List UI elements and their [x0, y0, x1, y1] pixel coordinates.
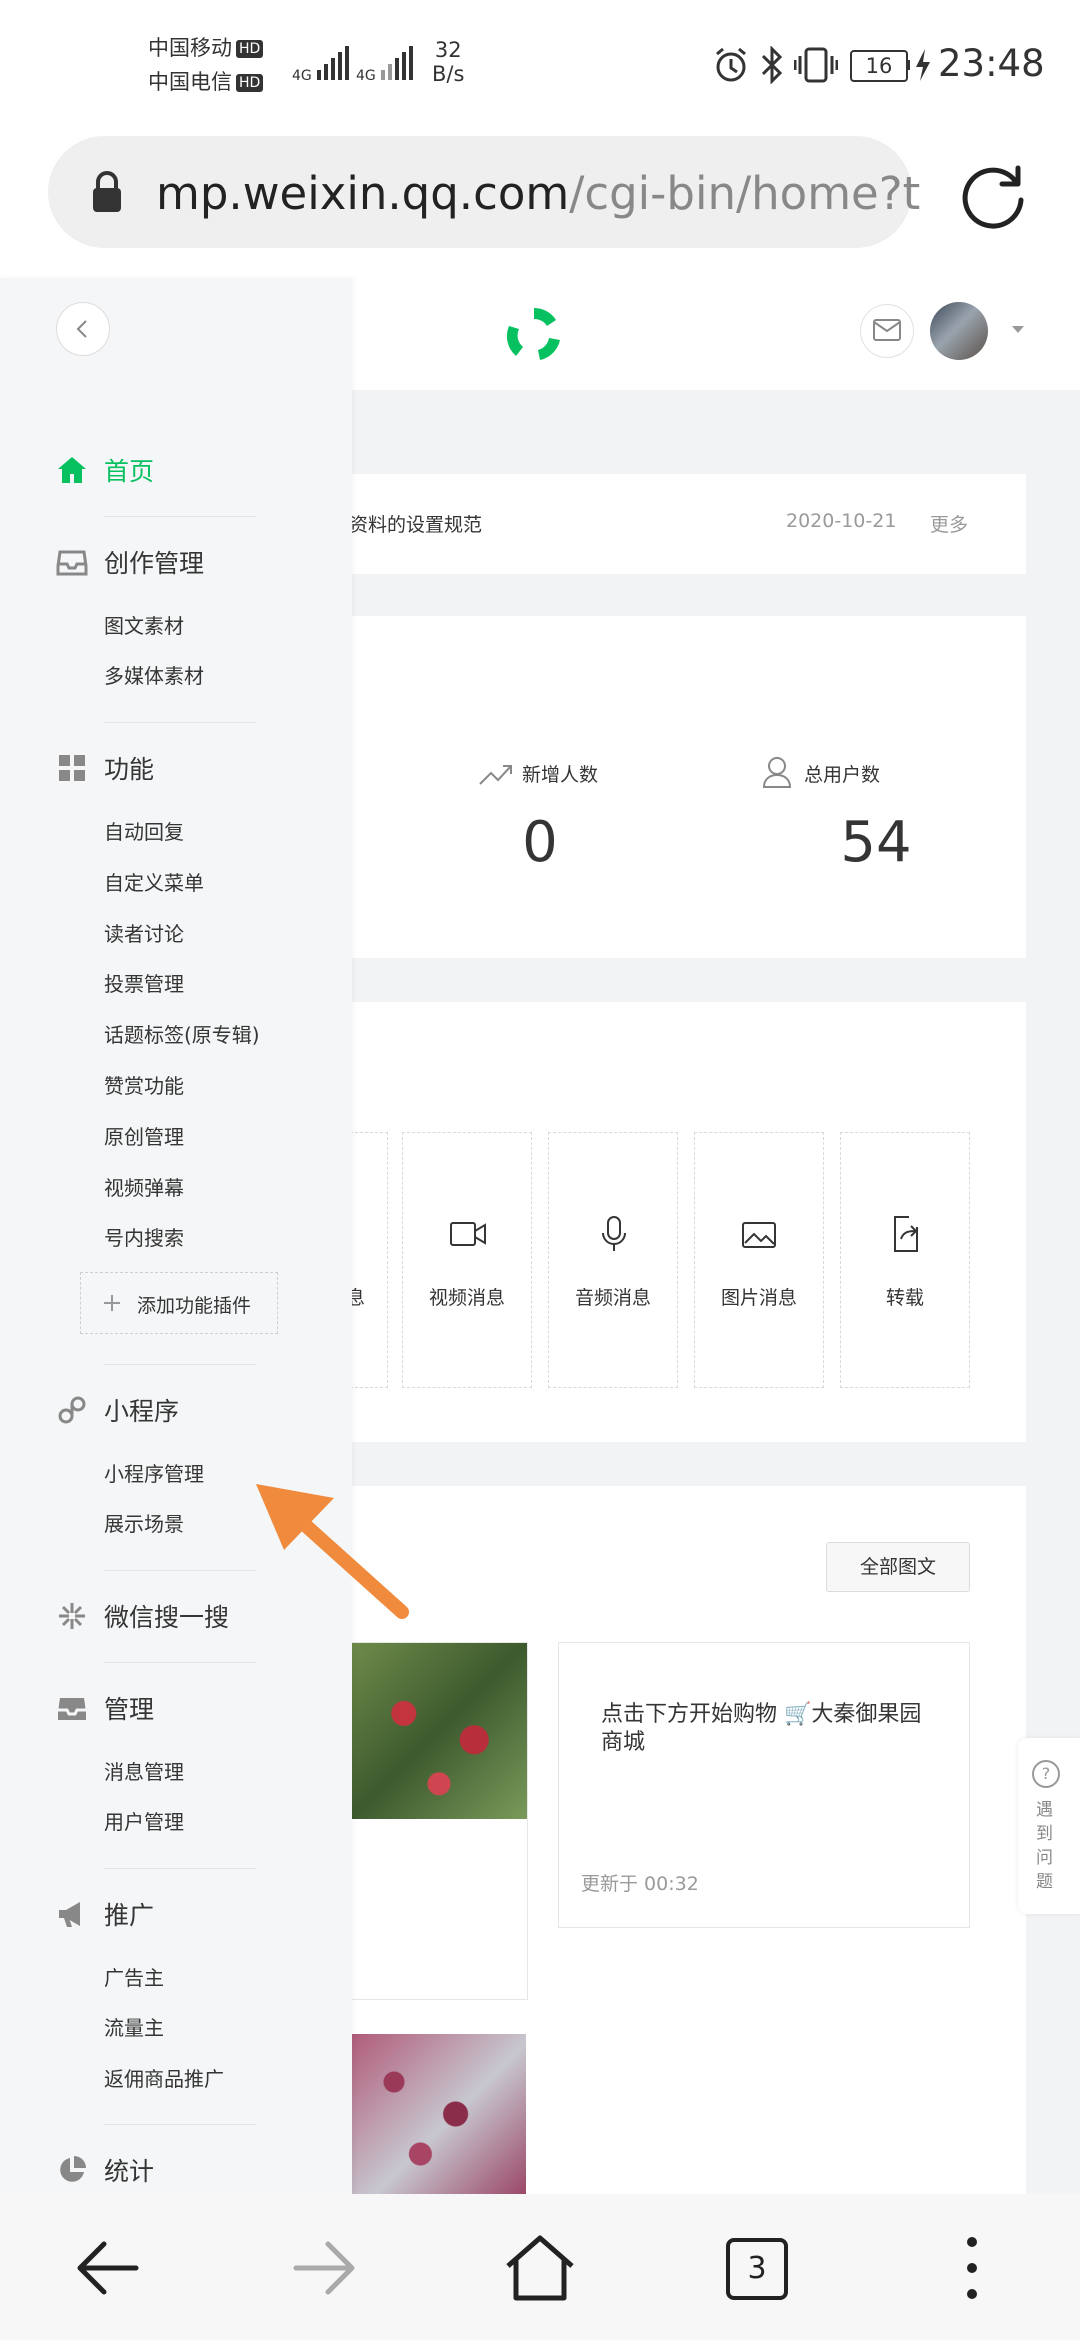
- signal-1: 4G: [292, 46, 352, 84]
- notice-card: 号资料的设置规范 2020-10-21 更多: [320, 474, 1026, 574]
- notice-text[interactable]: 号资料的设置规范: [330, 510, 482, 537]
- stat-value-new: 0: [522, 810, 558, 875]
- carrier-2: 中国电信 HD: [148, 66, 264, 98]
- logo: [506, 307, 560, 360]
- sidebar-item-advertiser[interactable]: 广告主: [104, 1962, 164, 1991]
- grid-icon: [59, 755, 85, 781]
- mail-button[interactable]: [860, 304, 914, 358]
- avatar[interactable]: [930, 302, 988, 360]
- chevron-down-icon[interactable]: [1012, 326, 1024, 333]
- create-video-message[interactable]: 视频消息: [402, 1132, 532, 1388]
- image-icon: [742, 1222, 776, 1248]
- article-card-1[interactable]: [350, 1642, 528, 2000]
- share-icon: [894, 1216, 918, 1252]
- search-sparkle-icon: [59, 1603, 85, 1629]
- browser-toolbar: mp.weixin.qq.com/cgi-bin/home?t: [0, 130, 1080, 278]
- chevron-left-icon: [76, 320, 87, 338]
- article-card-2[interactable]: 点击下方开始购物 🛒大秦御果园商城 更新于 00:32: [558, 1642, 970, 1928]
- sidebar-item-reward[interactable]: 赞赏功能: [104, 1070, 184, 1099]
- create-audio-message[interactable]: 音频消息: [548, 1132, 678, 1388]
- create-repost[interactable]: 转载: [840, 1132, 970, 1388]
- vibrate-icon: [794, 47, 838, 83]
- stat-label-total: 总用户数: [804, 764, 881, 786]
- sidebar-item-in-account-search[interactable]: 号内搜索: [104, 1222, 184, 1251]
- create-card: 息 视频消息 音频消息 图片消息 转载: [280, 1002, 1026, 1442]
- clock: 23:48: [938, 42, 1045, 85]
- create-image-message[interactable]: 图片消息: [694, 1132, 824, 1388]
- help-label: 遇到问题: [1036, 1800, 1053, 1892]
- sidebar-item-miniprogram-manage[interactable]: 小程序管理: [104, 1458, 204, 1487]
- battery-indicator: 16: [850, 50, 908, 82]
- sidebar-item-original[interactable]: 原创管理: [104, 1121, 184, 1150]
- back-icon[interactable]: [76, 2240, 140, 2296]
- sidebar-item-commission[interactable]: 返佣商品推广: [104, 2063, 224, 2092]
- sidebar-item-reader-discussion[interactable]: 读者讨论: [104, 918, 184, 947]
- help-tab[interactable]: ? 遇到问题: [1018, 1738, 1080, 1914]
- alarm-icon: [716, 47, 746, 82]
- sidebar-item-vote[interactable]: 投票管理: [104, 968, 184, 997]
- status-bar: 中国移动 HD 中国电信 HD 4G 4G 32 B/s 16 23:48: [0, 0, 1080, 130]
- sidebar-item-users[interactable]: 用户管理: [104, 1806, 184, 1835]
- sidebar-item-stats[interactable]: 统计: [104, 2152, 154, 2188]
- collapse-sidebar-button[interactable]: [56, 302, 110, 356]
- more-menu-icon[interactable]: [962, 2234, 982, 2302]
- charging-icon: [916, 49, 930, 81]
- home-icon: [58, 457, 86, 483]
- reload-icon[interactable]: [960, 160, 1030, 230]
- sidebar-item-promote[interactable]: 推广: [104, 1896, 154, 1932]
- sidebar-item-creation[interactable]: 创作管理: [104, 544, 204, 580]
- sidebar-item-home[interactable]: 首页: [104, 452, 154, 488]
- megaphone-icon: [59, 1902, 80, 1927]
- home-nav-icon[interactable]: [504, 2234, 576, 2302]
- lock-icon: [93, 171, 121, 212]
- mail-icon: [873, 319, 901, 341]
- sidebar-item-miniprogram[interactable]: 小程序: [104, 1392, 179, 1428]
- sidebar-drawer: 首页 创作管理 图文素材 多媒体素材 功能 自动回复 自定义菜单 读者讨论 投票…: [0, 278, 352, 2194]
- trend-up-icon: [479, 765, 512, 785]
- plus-icon: [104, 1295, 120, 1311]
- inbox-icon: [56, 550, 88, 576]
- sidebar-item-publisher[interactable]: 流量主: [104, 2012, 164, 2041]
- add-plugin-button[interactable]: 添加功能插件: [80, 1272, 278, 1334]
- notice-date: 2020-10-21: [786, 510, 897, 532]
- carrier-1: 中国移动 HD: [148, 32, 264, 64]
- help-icon: ?: [1032, 1760, 1060, 1788]
- article-thumbnail: [351, 1643, 527, 1819]
- bluetooth-icon: [761, 46, 783, 84]
- url-text[interactable]: mp.weixin.qq.com/cgi-bin/home?t: [156, 164, 936, 224]
- annotation-arrow: [256, 1484, 409, 1619]
- article-thumbnail-2[interactable]: [350, 2034, 526, 2194]
- sidebar-item-auto-reply[interactable]: 自动回复: [104, 816, 184, 845]
- stat-label-new: 新增人数: [522, 764, 599, 786]
- articles-card: 全部图文 点击下方开始购物 🛒大秦御果园商城 更新于 00:32: [320, 1486, 1026, 2194]
- sidebar-item-media[interactable]: 多媒体素材: [104, 660, 204, 689]
- sidebar-item-wechat-search[interactable]: 微信搜一搜: [104, 1598, 229, 1634]
- tabs-button[interactable]: 3: [726, 2238, 788, 2300]
- sidebar-item-manage[interactable]: 管理: [104, 1690, 154, 1726]
- sidebar-item-custom-menu[interactable]: 自定义菜单: [104, 867, 204, 896]
- sidebar-item-bullet-comments[interactable]: 视频弹幕: [104, 1172, 184, 1201]
- sidebar-item-topic-tags[interactable]: 话题标签(原专辑): [104, 1019, 260, 1048]
- sidebar-item-features[interactable]: 功能: [104, 750, 154, 786]
- forward-icon[interactable]: [292, 2240, 356, 2296]
- all-articles-button[interactable]: 全部图文: [826, 1542, 970, 1592]
- miniprogram-icon: [58, 1396, 86, 1424]
- article-updated: 更新于 00:32: [581, 1873, 699, 1895]
- sidebar-item-display-scene[interactable]: 展示场景: [104, 1508, 184, 1537]
- notice-more-link[interactable]: 更多: [930, 510, 968, 537]
- sidebar-item-articles[interactable]: 图文素材: [104, 610, 184, 639]
- browser-bottom-nav: 3: [0, 2194, 1080, 2340]
- inbox-icon: [58, 1698, 86, 1720]
- user-icon: [762, 757, 792, 788]
- pie-chart-icon: [60, 2156, 86, 2182]
- article-title: 点击下方开始购物 🛒大秦御果园商城: [601, 1702, 922, 1755]
- mic-icon: [602, 1216, 626, 1251]
- video-icon: [450, 1222, 486, 1246]
- stat-value-total: 54: [840, 810, 912, 875]
- net-speed: 32 B/s: [432, 38, 465, 86]
- stats-card: 新增人数 0 总用户数 54: [320, 616, 1026, 958]
- signal-2: 4G: [356, 46, 416, 84]
- sidebar-item-messages[interactable]: 消息管理: [104, 1756, 184, 1785]
